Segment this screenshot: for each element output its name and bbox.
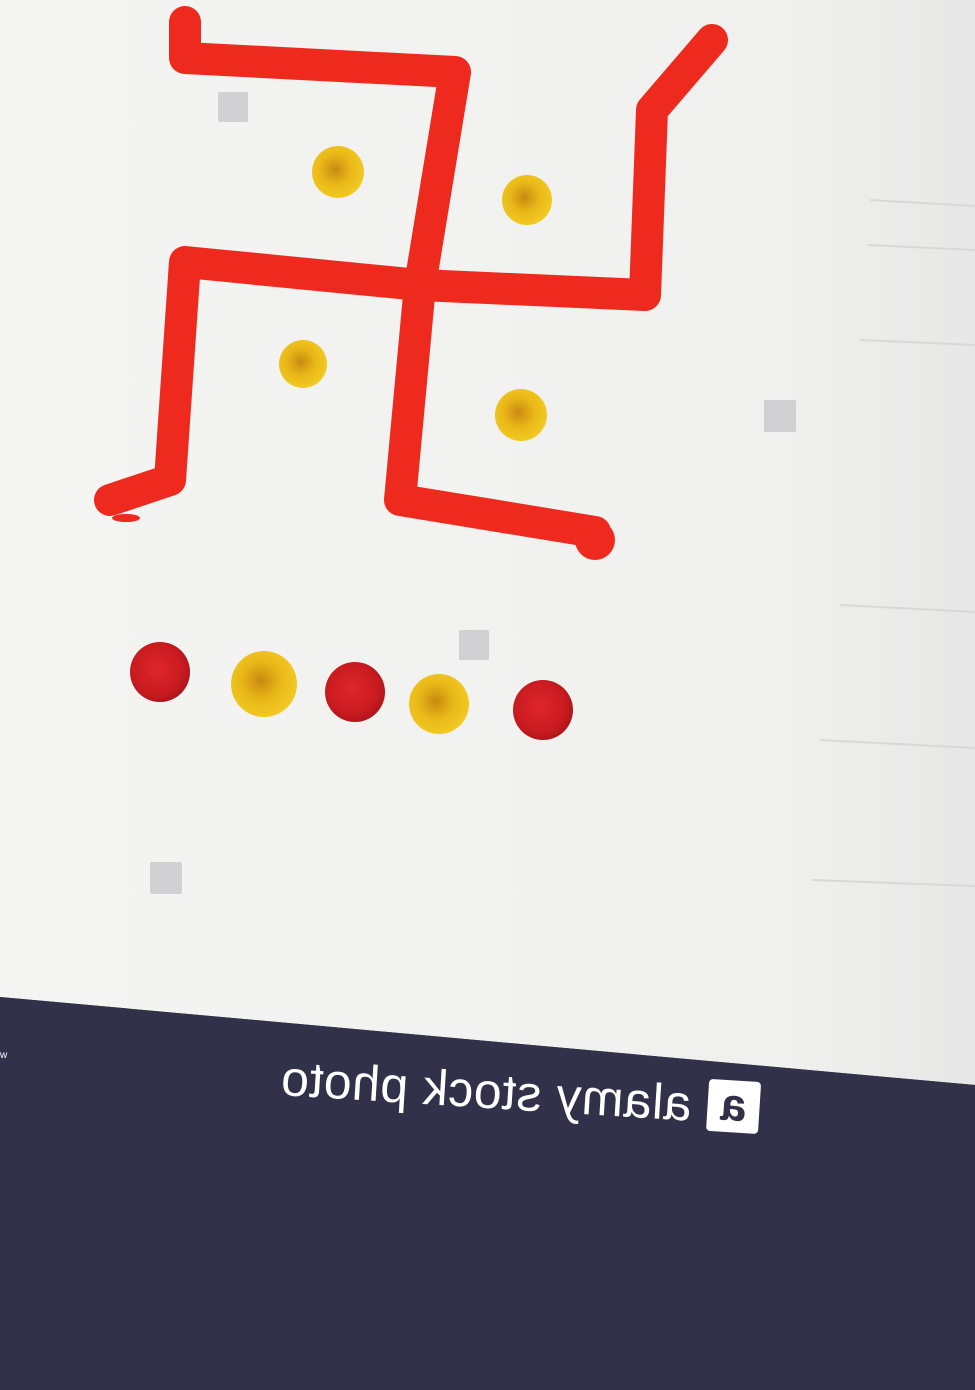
arm-end-blob xyxy=(575,520,615,560)
image-canvas: w a alamy stock photo xyxy=(0,0,975,1390)
photo-illustration xyxy=(0,0,975,1390)
paper-surface xyxy=(0,0,975,1085)
photo xyxy=(0,0,975,1390)
paint-drip xyxy=(112,514,140,522)
